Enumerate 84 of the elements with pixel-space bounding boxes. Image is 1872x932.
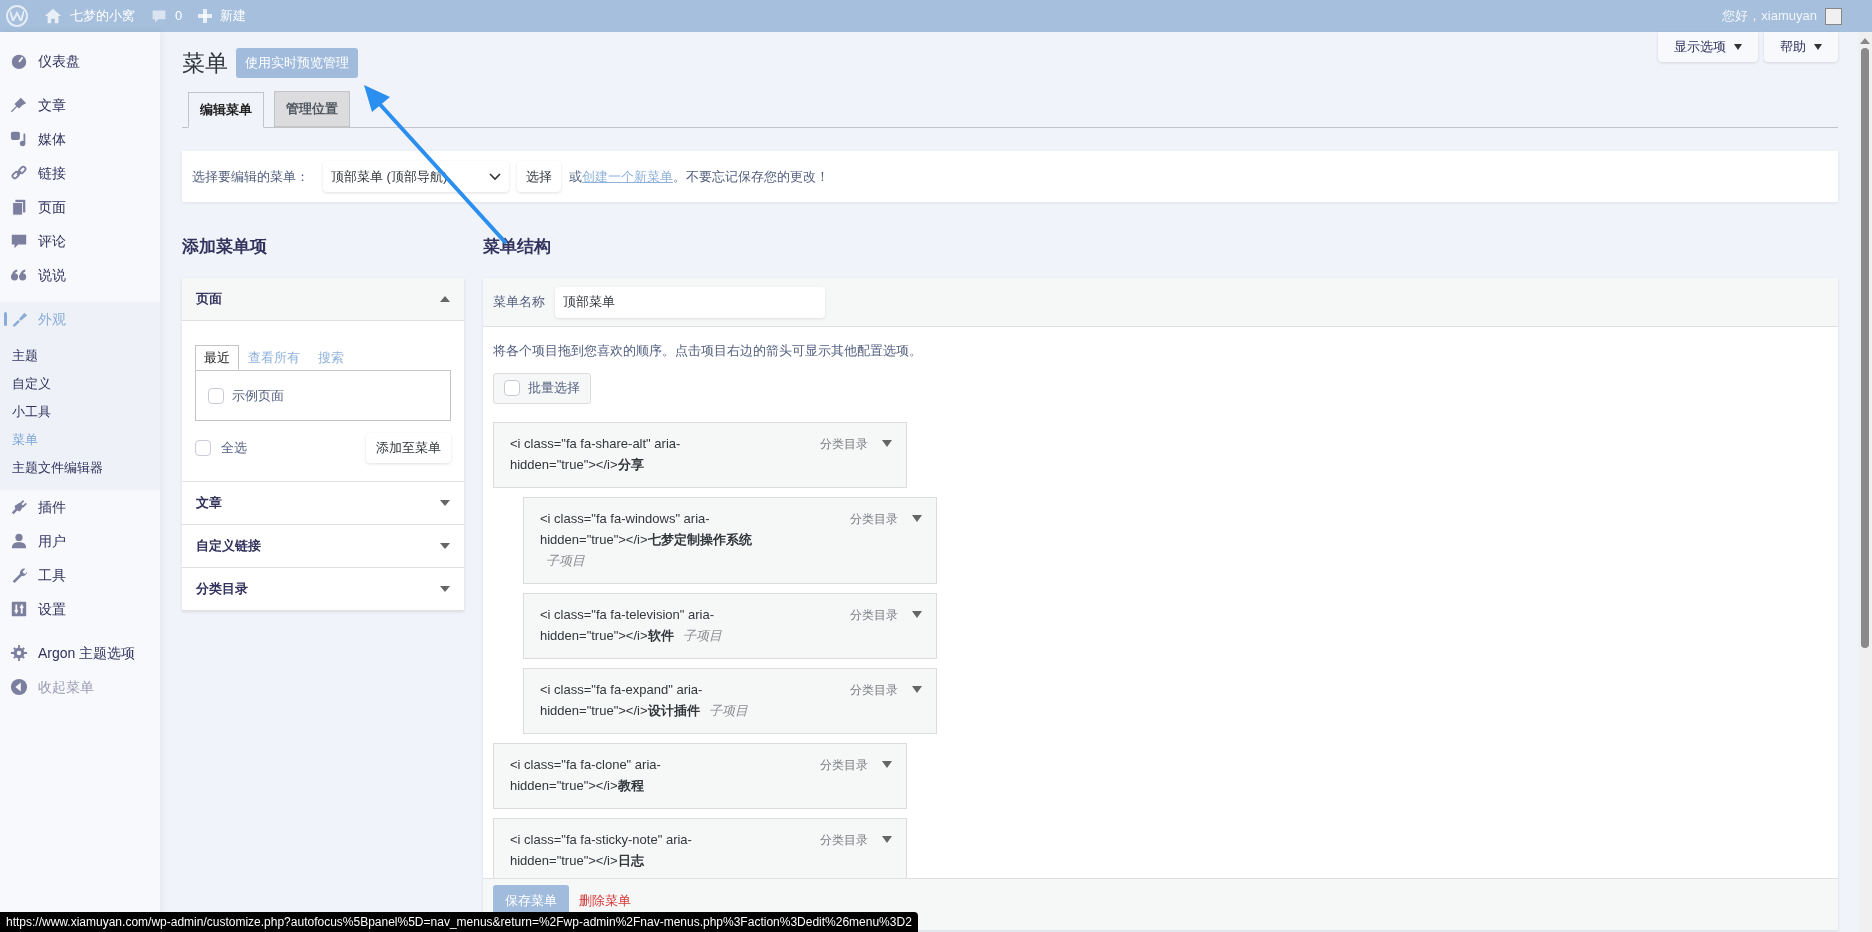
speech-bubble-icon	[10, 232, 28, 250]
link-icon	[10, 164, 28, 182]
select-all-label: 全选	[221, 439, 247, 458]
caret-icon[interactable]	[882, 439, 892, 447]
sidebar-item[interactable]: 工具	[0, 558, 160, 592]
submenu-item[interactable]: 主题	[0, 342, 160, 370]
caret-icon[interactable]	[882, 835, 892, 843]
checkbox[interactable]	[195, 440, 211, 456]
sidebar-item[interactable]: 文章	[0, 88, 160, 122]
scrollbar[interactable]	[1858, 32, 1872, 932]
item-type-label: 分类目录	[850, 606, 898, 624]
item-type-label: 分类目录	[850, 681, 898, 699]
pin-icon	[10, 96, 28, 114]
home-icon	[44, 7, 62, 25]
instructions-text: 将各个项目拖到您喜欢的顺序。点击项目右边的箭头可显示其他配置选项。	[493, 342, 923, 360]
screen-options-button[interactable]: 显示选项	[1658, 32, 1758, 62]
gauge-icon	[10, 52, 28, 70]
user-icon	[10, 532, 28, 550]
sidebar-item[interactable]: 插件	[0, 490, 160, 524]
plus-icon	[198, 9, 213, 23]
page-title: 菜单	[182, 48, 228, 78]
menu-item-card[interactable]: <i class="fa fa-share-alt" aria-hidden="true"></i>分享 分类目录	[493, 421, 907, 488]
submenu-item[interactable]: 自定义	[0, 370, 160, 398]
menu-item-card[interactable]: <i class="fa fa-windows" aria-hidden="true"></i>七梦定制操作系统 子项目 分类目录	[523, 496, 937, 584]
menu-item-card[interactable]: <i class="fa fa-television" aria-hidden="true"></i>软件 子项目 分类目录	[523, 592, 937, 659]
accordion-header[interactable]: 分类目录	[182, 568, 464, 611]
select-menu-label: 选择要编辑的菜单：	[192, 167, 309, 186]
menu-item-title: <i class="fa fa-clone" aria-hidden="true"></i>教程	[510, 755, 662, 795]
caret-icon[interactable]	[912, 685, 922, 693]
sidebar-item[interactable]: 评论	[0, 224, 160, 258]
media-icon	[10, 130, 28, 148]
delete-menu-link[interactable]: 删除菜单	[579, 892, 631, 910]
checkbox[interactable]	[208, 387, 224, 404]
select-button[interactable]: 选择	[517, 161, 561, 192]
menu-item-card[interactable]: <i class="fa fa-sticky-note" aria-hidden="true"></i>日志 分类目录	[493, 817, 907, 878]
sidebar-item[interactable]: 媒体	[0, 122, 160, 156]
tab[interactable]: 最近	[195, 345, 239, 370]
wrench-icon	[10, 566, 28, 584]
submenu-item[interactable]: 主题文件编辑器	[0, 454, 160, 482]
menu-name-field[interactable]: 顶部菜单	[555, 286, 825, 318]
add-to-menu-button[interactable]: 添加至菜单	[366, 433, 451, 463]
sidebar-item[interactable]: 仪表盘	[0, 44, 160, 78]
chevron-down-icon[interactable]	[489, 172, 501, 181]
accordion-header[interactable]: 文章	[182, 482, 464, 525]
item-type-label: 分类目录	[820, 435, 868, 453]
sliders-icon	[10, 600, 28, 618]
caret-icon[interactable]	[912, 514, 922, 522]
item-type-label: 分类目录	[820, 756, 868, 774]
left-circle-icon	[10, 678, 28, 696]
sidebar-item[interactable]: 页面	[0, 190, 160, 224]
sidebar-item[interactable]: 说说	[0, 258, 160, 292]
pages-icon	[10, 198, 28, 216]
tab[interactable]: 管理位置	[274, 91, 350, 127]
caret-icon[interactable]	[882, 760, 892, 768]
menu-item-card[interactable]: <i class="fa fa-clone" aria-hidden="true"></i>教程 分类目录	[493, 742, 907, 809]
section-heading: 添加菜单项	[182, 236, 268, 259]
help-button[interactable]: 帮助	[1764, 32, 1838, 62]
menu-item-title: <i class="fa fa-television" aria-hidden="true"></i>软件 子项目	[540, 605, 724, 645]
avatar[interactable]	[1825, 7, 1842, 25]
menu-name-label: 菜单名称	[493, 293, 545, 312]
accordion-header[interactable]: 页面	[182, 278, 464, 321]
menu-item-title: <i class="fa fa-sticky-note" aria-hidden="true"></i>日志	[510, 830, 693, 870]
bulk-select-control[interactable]: 批量选择	[493, 372, 591, 404]
caret-icon[interactable]	[912, 610, 922, 618]
item-type-label: 分类目录	[850, 510, 898, 528]
sidebar-item[interactable]: 用户	[0, 524, 160, 558]
brush-icon	[10, 310, 28, 328]
create-menu-note: 或创建一个新菜单。不要忘记保存您的更改！	[569, 167, 829, 186]
sidebar-item[interactable]: 设置	[0, 592, 160, 626]
submenu-item[interactable]: 小工具	[0, 398, 160, 426]
menu-item-card[interactable]: <i class="fa fa-expand" aria-hidden="true"></i>设计插件 子项目 分类目录	[523, 667, 937, 734]
accordion-header[interactable]: 自定义链接	[182, 525, 464, 568]
item-type-label: 分类目录	[820, 831, 868, 849]
sidebar-item[interactable]: 链接	[0, 156, 160, 190]
tab[interactable]: 编辑菜单	[188, 92, 264, 128]
status-url-tooltip: https://www.xiamuyan.com/wp-admin/customize.php?autofocus%5Bpanel%5D=nav_menus&return=%2Fwp-admin%2Fnav-menus.php%3Faction%3Dedit%26menu%3D2	[0, 912, 918, 932]
sidebar-item[interactable]: Argon 主题选项	[0, 636, 160, 670]
checkbox[interactable]	[504, 380, 520, 396]
page-option-label: 示例页面	[232, 386, 284, 405]
plug-icon	[10, 498, 28, 516]
settings-icon	[10, 644, 28, 662]
menu-item-title: <i class="fa fa-expand" aria-hidden="true"></i>设计插件 子项目	[540, 680, 750, 720]
menu-item-title: <i class="fa fa-windows" aria-hidden="true"></i>七梦定制操作系统 子项目	[540, 509, 753, 570]
menu-item-title: <i class="fa fa-share-alt" aria-hidden="true"></i>分享	[510, 434, 682, 474]
